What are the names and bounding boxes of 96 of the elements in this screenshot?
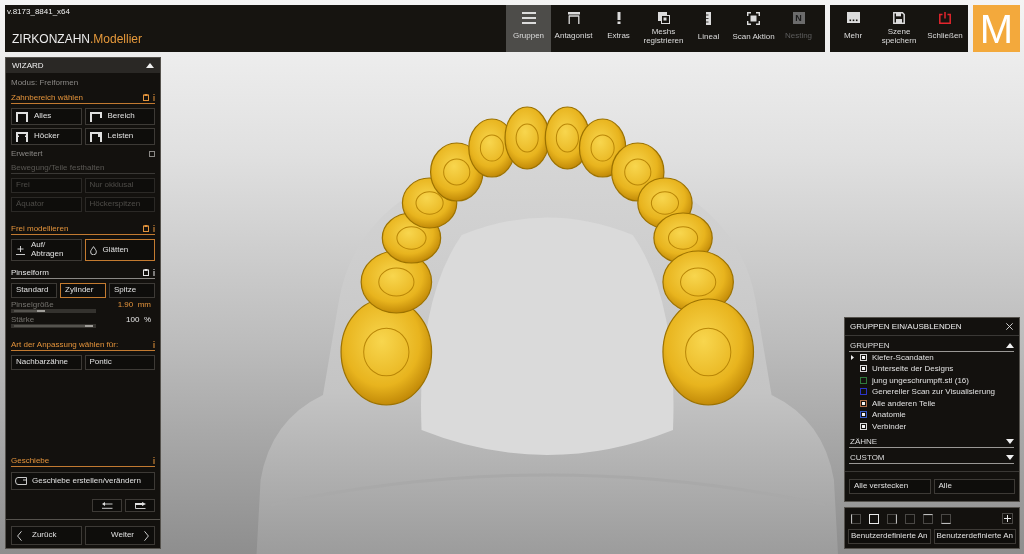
group-label[interactable]: jung ungeschrumpft.stl (16) [872,375,969,385]
checkbox[interactable] [860,411,867,419]
slider-track[interactable] [11,309,96,313]
tab-shape-icon [15,477,27,485]
collapse-caret-icon[interactable] [146,63,154,68]
section-title: Bewegung/Teile festhalten [11,163,106,172]
overlap-squares-icon [657,12,670,24]
bracket-icon [16,111,28,122]
option-button[interactable]: Leisten [84,128,155,145]
caret-icon[interactable] [1006,342,1014,348]
view-square-icon[interactable] [941,513,951,524]
bracket-icon [16,131,28,142]
app-title: ZIRKONZAHN.Modellier [11,32,143,46]
version-label: v.8173_8841_x64 [7,7,71,16]
option-button[interactable]: Bereich [84,108,155,125]
redo-button[interactable] [125,499,155,512]
group-label[interactable]: Genereller Scan zur Visualisierung [872,387,996,397]
toolbar-button[interactable]: Gruppen [506,5,551,52]
bracket-icon [89,131,102,142]
shape-button[interactable]: Standard [11,283,57,298]
caret-right-icon[interactable] [851,354,854,360]
toolbar-button[interactable]: Antagonist [551,5,596,52]
plus-minus-icon [16,245,25,255]
custom-view-button[interactable]: Benutzerdefinierte An [933,529,1016,544]
clipboard-icon[interactable] [143,225,149,232]
panel-title: WIZARD [12,61,44,70]
custom-view-button[interactable]: Benutzerdefinierte An [848,529,931,544]
checkbox[interactable] [860,399,867,407]
slider-value: 1.90 mm [116,300,152,309]
toolbar-button[interactable]: Szene speichern [876,5,922,52]
clipboard-icon[interactable] [143,94,149,101]
slider-value: 100 % [125,315,152,324]
menu-icon [521,12,536,24]
group-label[interactable]: Unterseite der Designs [872,364,954,374]
group-label[interactable]: Verbinder [872,421,907,431]
caret-icon[interactable] [1006,455,1014,460]
visibility-button[interactable]: Alle [933,479,1015,494]
option-button[interactable]: Alles [11,108,82,125]
tool-button[interactable]: Glätten [84,239,155,261]
slider-track[interactable] [11,324,96,328]
slider-label: Stärke [11,315,35,324]
exclamation-icon [616,12,621,24]
close-icon[interactable] [1006,322,1013,330]
slider-label: Pinselgröße [11,300,54,309]
chevron-left-icon [17,530,22,541]
undo-button[interactable] [92,499,122,512]
checkbox[interactable] [860,388,867,396]
undo-icon [101,502,113,509]
checkbox[interactable] [860,376,867,384]
mode-label: Modus: Freiformen [11,78,79,87]
attachment-button[interactable]: Geschiebe erstellen/verändern [11,472,155,490]
bracket-icon [89,111,102,122]
save-icon [893,12,905,24]
group-section-title: GRUPPEN [850,340,890,350]
back-button[interactable]: Zurück [11,526,82,545]
toolbar-button[interactable]: Meshs registrieren [641,5,686,52]
option-button[interactable]: Höcker [11,128,82,145]
shape-button[interactable]: Spitze [109,283,155,298]
view-square-icon[interactable] [923,513,933,524]
option-label: Erweitert [11,149,43,158]
shape-button[interactable]: Zylinder [60,283,106,298]
group-label[interactable]: Kiefer-Scandaten [872,352,934,362]
ruler-icon [706,12,711,25]
checkbox[interactable] [149,150,155,157]
option-button[interactable]: Pontic [84,355,155,370]
caret-icon[interactable] [1006,439,1014,444]
next-button[interactable]: Weiter [84,526,155,545]
option-button[interactable]: Nachbarzähne [11,355,82,370]
section-title: Zahnbereich wählen [11,93,85,102]
view-square-icon[interactable] [887,513,897,524]
group-section-title: ZÄHNE [850,437,878,446]
toolbar-button[interactable]: Mehr [830,5,876,52]
toolbar-button[interactable]: Lineal [686,5,731,52]
group-section-title: CUSTOM [850,453,885,462]
frame-icon [567,12,580,24]
letter-tile: N [792,12,805,24]
view-square-icon[interactable] [851,513,861,524]
group-label[interactable]: Alle anderen Teile [872,398,936,408]
section-title: Pinselform [11,268,50,277]
section-title: Art der Anpassung wählen für: [11,340,120,349]
toolbar-button[interactable]: Extras [596,5,641,52]
toolbar-button[interactable]: Scan Aktion [731,5,776,52]
power-icon [939,12,951,24]
visibility-button[interactable]: Alle verstecken [849,479,931,494]
plus-icon[interactable] [1002,513,1013,524]
drop-icon [89,245,97,255]
section-title: Frei modellieren [11,224,70,233]
toolbar-button[interactable]: Schließen [922,5,968,52]
tool-button[interactable]: Auf/ Abtragen [11,239,82,261]
chevron-right-icon [144,530,149,541]
redo-icon [134,502,146,509]
group-label[interactable]: Anatomie [872,410,906,420]
scan-frame-icon [747,12,760,25]
more-icon [846,12,860,23]
panel-title: GRUPPEN EIN/AUSBLENDEN [850,321,962,331]
section-title: Geschiebe [11,456,51,465]
